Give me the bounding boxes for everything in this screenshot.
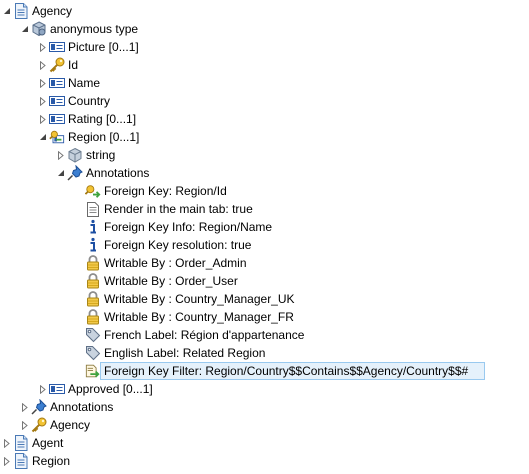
tag-icon xyxy=(85,327,101,343)
tree-item-label: Annotations xyxy=(50,400,114,414)
lock-icon xyxy=(85,309,101,325)
tree-item-english-label-related-region[interactable]: English Label: Related Region xyxy=(0,344,529,362)
tree-item-foreign-key-resolution-true[interactable]: Foreign Key resolution: true xyxy=(0,236,529,254)
tree-item-picture-0-1[interactable]: Picture [0...1] xyxy=(0,38,529,56)
tree-item-label: Name xyxy=(68,76,101,90)
tree-item-label: anonymous type xyxy=(50,22,139,36)
tree-item-label: Foreign Key Filter: Region/Country$$Cont… xyxy=(104,364,469,378)
tree-item-country[interactable]: Country xyxy=(0,92,529,110)
tree-item-label: Writable By : Order_Admin xyxy=(104,256,247,270)
expand-toggle[interactable] xyxy=(38,38,48,56)
document-icon xyxy=(13,453,29,469)
lock-icon xyxy=(85,291,101,307)
foreign-key-icon xyxy=(85,183,101,199)
collapse-toggle[interactable] xyxy=(20,20,30,38)
tree-item-label: string xyxy=(86,148,116,162)
tree-item-label: Agency xyxy=(32,4,73,18)
document-icon xyxy=(13,3,29,19)
expand-toggle[interactable] xyxy=(38,110,48,128)
tree-item-region[interactable]: Region xyxy=(0,452,529,470)
tree-item-foreign-key-info-region-name[interactable]: Foreign Key Info: Region/Name xyxy=(0,218,529,236)
document-icon xyxy=(13,435,29,451)
expand-toggle[interactable] xyxy=(38,92,48,110)
simple-type-icon xyxy=(67,147,83,163)
field-icon xyxy=(49,111,65,127)
tree-item-label: Region xyxy=(32,454,71,468)
tree-item-string[interactable]: string xyxy=(0,146,529,164)
field-icon xyxy=(49,93,65,109)
tree-item-label: French Label: Région d'appartenance xyxy=(104,328,305,342)
tree-item-writable-by-country-manager-uk[interactable]: Writable By : Country_Manager_UK xyxy=(0,290,529,308)
tree-item-render-in-the-main-tab-true[interactable]: Render in the main tab: true xyxy=(0,200,529,218)
tree-item-label: Writable By : Country_Manager_UK xyxy=(104,292,295,306)
expand-toggle[interactable] xyxy=(2,434,12,452)
tree-item-label: Region [0...1] xyxy=(68,130,140,144)
tree-item-label: Agent xyxy=(32,436,64,450)
tree-item-id[interactable]: Id xyxy=(0,56,529,74)
tree-item-foreign-key-filter-region-country-contai[interactable]: Foreign Key Filter: Region/Country$$Cont… xyxy=(0,362,529,380)
tree-item-approved-0-1[interactable]: Approved [0...1] xyxy=(0,380,529,398)
tree-item-anonymous-type[interactable]: anonymous type xyxy=(0,20,529,38)
tree-item-writable-by-order-admin[interactable]: Writable By : Order_Admin xyxy=(0,254,529,272)
tree-item-label: Picture [0...1] xyxy=(68,40,139,54)
field-icon xyxy=(49,75,65,91)
foreign-key-field-icon xyxy=(49,129,65,145)
info-icon xyxy=(85,219,101,235)
info-icon xyxy=(85,237,101,253)
tree-item-foreign-key-region-id[interactable]: Foreign Key: Region/Id xyxy=(0,182,529,200)
key-icon xyxy=(49,57,65,73)
complex-type-icon xyxy=(31,21,47,37)
tree-item-writable-by-order-user[interactable]: Writable By : Order_User xyxy=(0,272,529,290)
field-icon xyxy=(49,381,65,397)
tree-item-french-label-r-gion-d-appartenance[interactable]: French Label: Région d'appartenance xyxy=(0,326,529,344)
tree-item-writable-by-country-manager-fr[interactable]: Writable By : Country_Manager_FR xyxy=(0,308,529,326)
tag-icon xyxy=(85,345,101,361)
tree-item-label: Annotations xyxy=(86,166,150,180)
tree-item-label: Country xyxy=(68,94,111,108)
tree-item-agent[interactable]: Agent xyxy=(0,434,529,452)
collapse-toggle[interactable] xyxy=(56,164,66,182)
tree-item-label: Render in the main tab: true xyxy=(104,202,253,216)
tree-item-label: Writable By : Country_Manager_FR xyxy=(104,310,294,324)
tree-item-label: Id xyxy=(68,58,79,72)
expand-toggle[interactable] xyxy=(2,452,12,470)
schema-tree[interactable]: Agency anonymous type Picture [0...1] Id Nam… xyxy=(0,0,529,474)
tree-item-label: Foreign Key: Region/Id xyxy=(104,184,227,198)
key-icon xyxy=(31,417,47,433)
collapse-toggle[interactable] xyxy=(38,128,48,146)
lock-icon xyxy=(85,255,101,271)
tree-item-label: Approved [0...1] xyxy=(68,382,153,396)
expand-toggle[interactable] xyxy=(38,56,48,74)
collapse-toggle[interactable] xyxy=(2,2,12,20)
tree-item-agency[interactable]: Agency xyxy=(0,2,529,20)
tree-item-annotations[interactable]: Annotations xyxy=(0,398,529,416)
tree-item-annotations[interactable]: Annotations xyxy=(0,164,529,182)
tree-item-label: English Label: Related Region xyxy=(104,346,266,360)
pin-icon xyxy=(31,399,47,415)
tree-item-name[interactable]: Name xyxy=(0,74,529,92)
filter-icon xyxy=(85,363,101,379)
tree-item-label: Foreign Key Info: Region/Name xyxy=(104,220,273,234)
tree-item-agency[interactable]: Agency xyxy=(0,416,529,434)
field-icon xyxy=(49,39,65,55)
page-icon xyxy=(85,201,101,217)
tree-item-label: Foreign Key resolution: true xyxy=(104,238,252,252)
expand-toggle[interactable] xyxy=(56,146,66,164)
lock-icon xyxy=(85,273,101,289)
tree-item-rating-0-1[interactable]: Rating [0...1] xyxy=(0,110,529,128)
tree-item-label: Rating [0...1] xyxy=(68,112,137,126)
pin-icon xyxy=(67,165,83,181)
expand-toggle[interactable] xyxy=(20,416,30,434)
expand-toggle[interactable] xyxy=(20,398,30,416)
tree-item-region-0-1[interactable]: Region [0...1] xyxy=(0,128,529,146)
expand-toggle[interactable] xyxy=(38,74,48,92)
expand-toggle[interactable] xyxy=(38,380,48,398)
tree-item-label: Writable By : Order_User xyxy=(104,274,238,288)
tree-item-label: Agency xyxy=(50,418,91,432)
